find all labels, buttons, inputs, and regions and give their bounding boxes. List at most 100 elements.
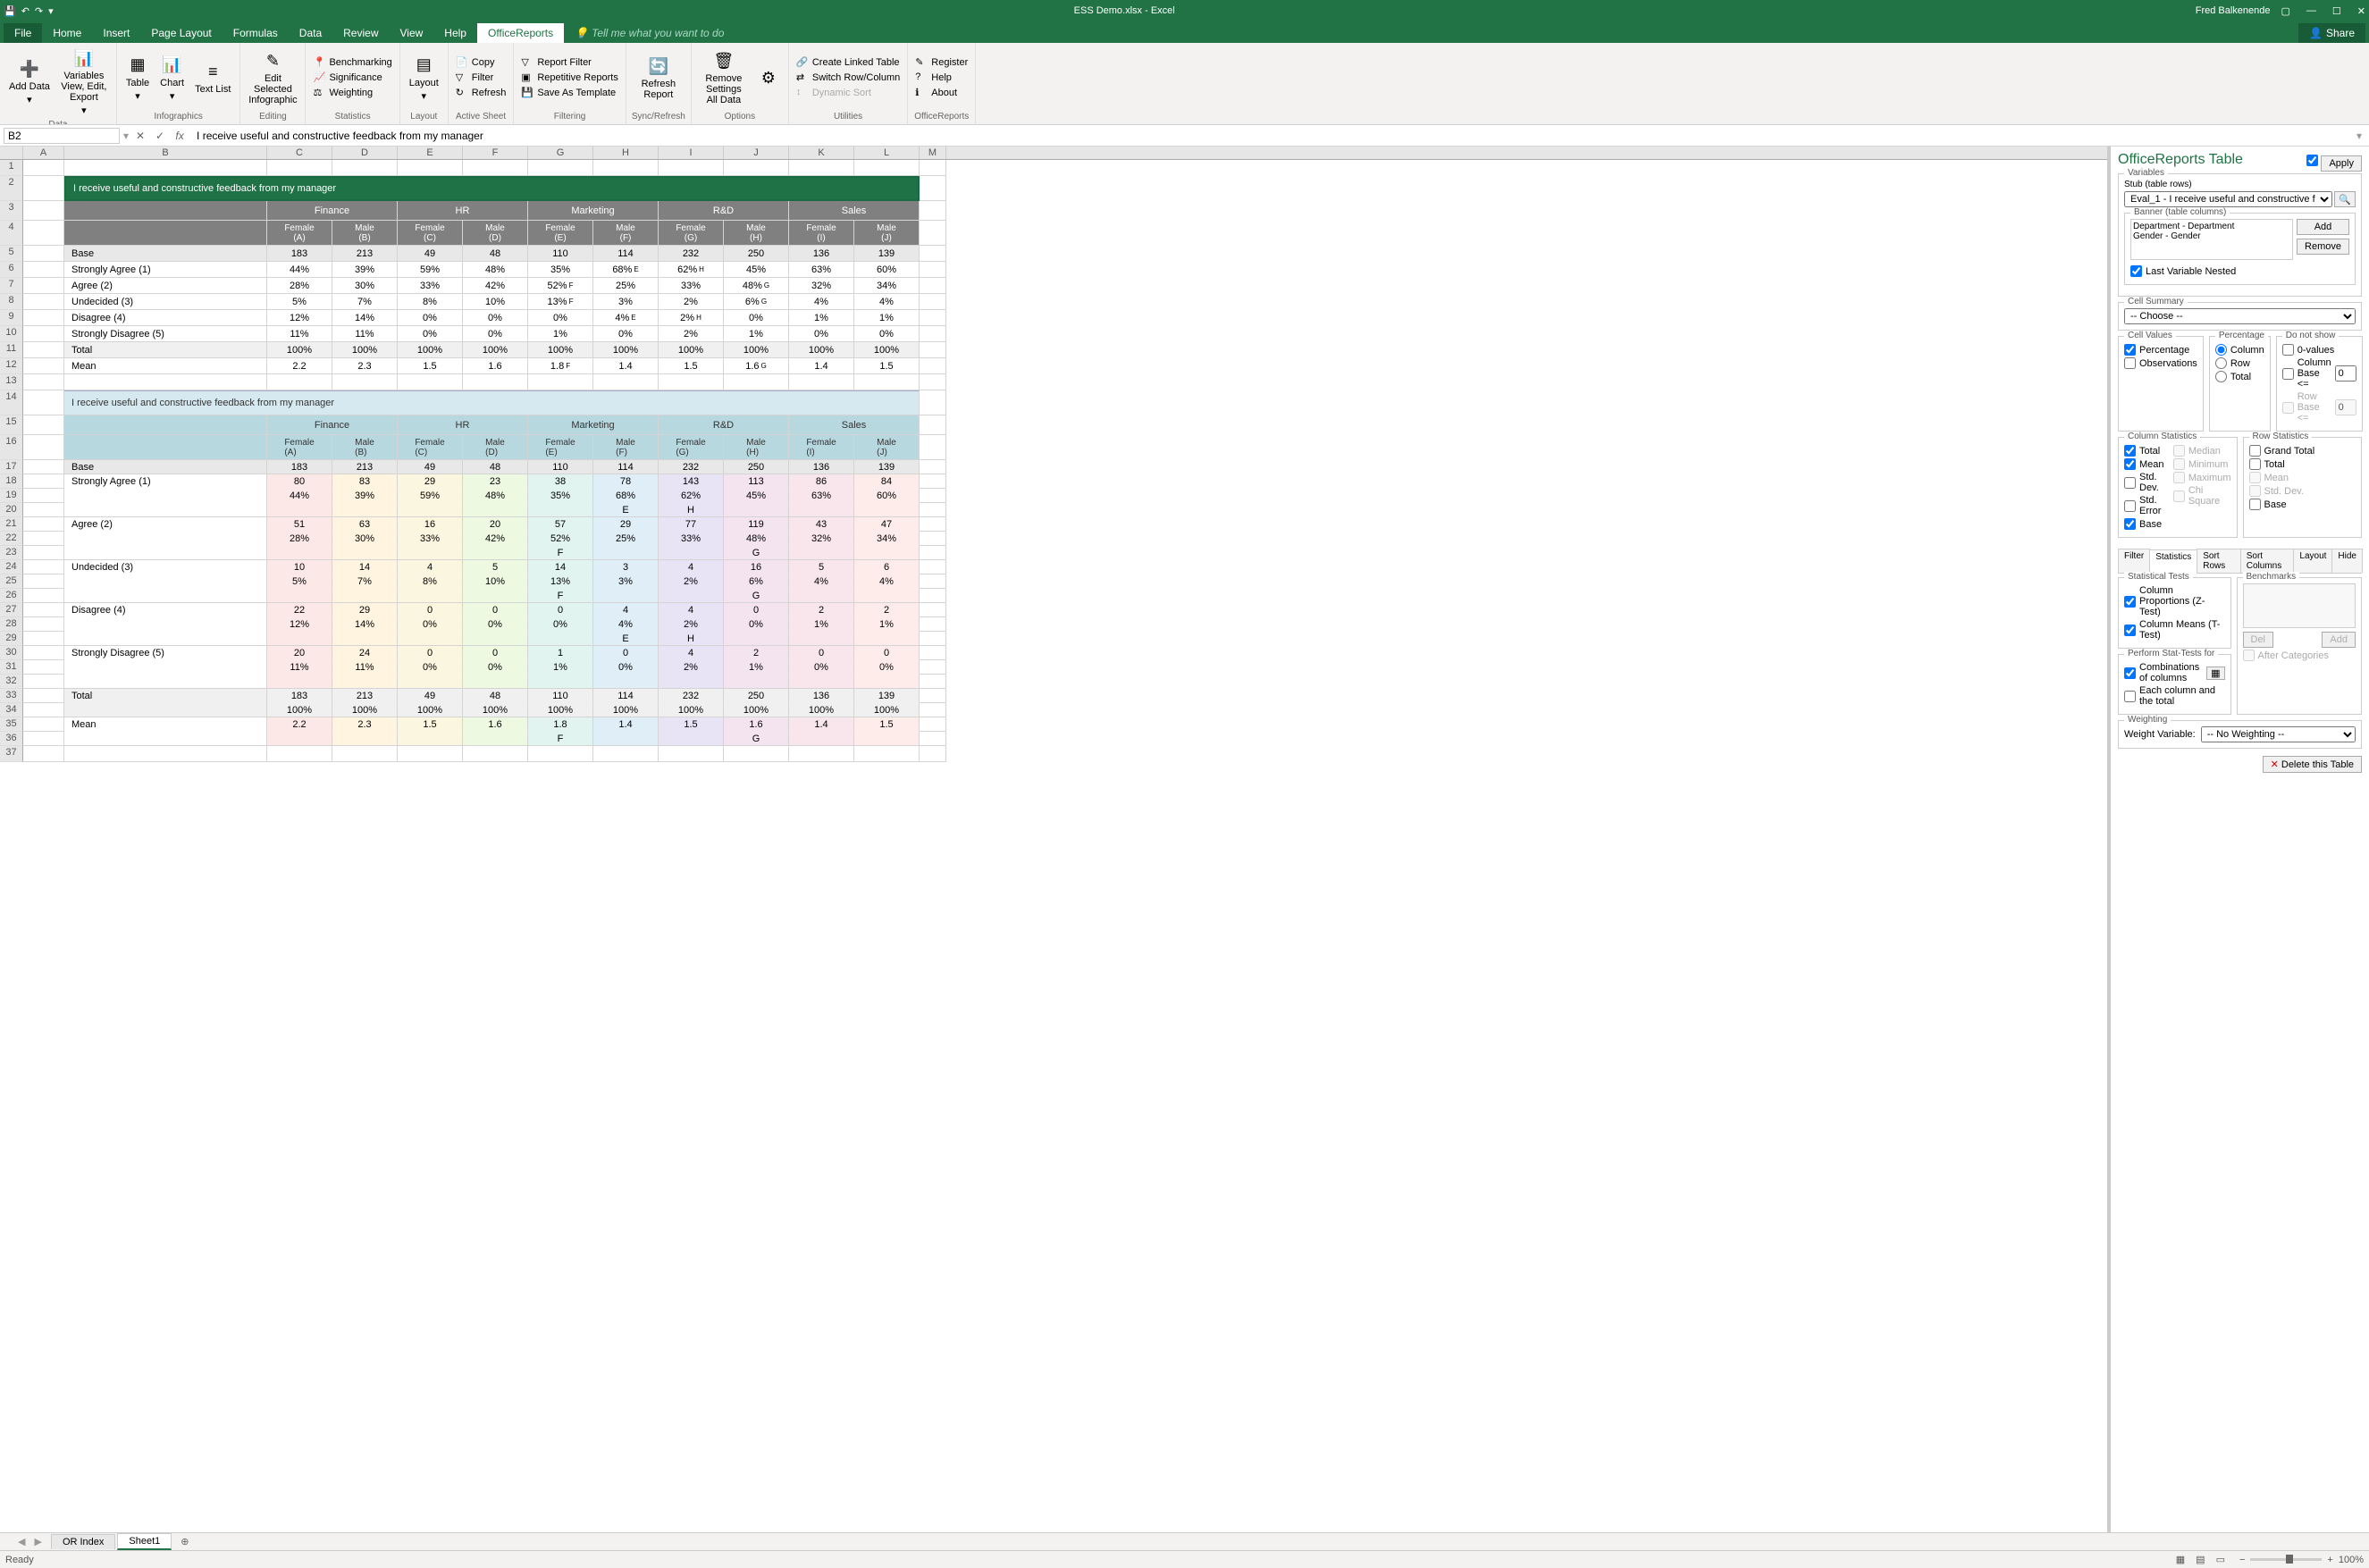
cell[interactable]: 0 xyxy=(528,603,593,617)
cell[interactable]: 48 xyxy=(463,689,528,703)
cell[interactable]: 25% xyxy=(593,532,659,546)
cell[interactable]: 83 xyxy=(332,474,398,489)
cell[interactable]: 48%G xyxy=(724,278,789,294)
cell[interactable] xyxy=(854,160,920,176)
cell[interactable]: 34% xyxy=(854,278,920,294)
cell[interactable]: 48 xyxy=(463,460,528,474)
tab-officereports[interactable]: OfficeReports xyxy=(477,23,564,43)
cell[interactable] xyxy=(398,546,463,560)
cell[interactable] xyxy=(64,589,267,603)
cell[interactable]: G xyxy=(724,732,789,746)
help-button[interactable]: ?Help xyxy=(913,71,970,85)
worksheet-grid[interactable]: ABCDEFGHIJKLM12I receive useful and cons… xyxy=(0,147,2110,1532)
cell[interactable]: 32% xyxy=(789,532,854,546)
cell[interactable]: 1.5 xyxy=(398,717,463,732)
cell[interactable]: 52% xyxy=(528,532,593,546)
cs-base-checkbox[interactable]: Base xyxy=(2124,518,2168,530)
cell[interactable]: 2 xyxy=(854,603,920,617)
col-header[interactable]: J xyxy=(724,147,789,159)
cell[interactable]: Undecided (3) xyxy=(64,294,267,310)
ttest-checkbox[interactable]: Column Means (T-Test) xyxy=(2124,619,2225,641)
row-label[interactable]: Undecided (3) xyxy=(64,560,267,574)
pct-total-radio[interactable]: Total xyxy=(2215,371,2264,382)
cell[interactable] xyxy=(398,632,463,646)
cell[interactable]: Mean xyxy=(64,358,267,374)
cell[interactable]: H xyxy=(659,503,724,517)
textlist-button[interactable]: ≡Text List xyxy=(191,59,234,96)
cell[interactable]: 5% xyxy=(267,574,332,589)
cell[interactable]: 0% xyxy=(593,660,659,675)
cell[interactable] xyxy=(789,746,854,762)
tab-insert[interactable]: Insert xyxy=(92,23,140,43)
cell[interactable] xyxy=(267,546,332,560)
zerovals-checkbox[interactable]: 0-values xyxy=(2282,344,2356,356)
cell[interactable]: 60% xyxy=(854,262,920,278)
pct-row-radio[interactable]: Row xyxy=(2215,357,2264,369)
cell[interactable]: 1% xyxy=(854,617,920,632)
cell[interactable] xyxy=(854,746,920,762)
cell[interactable]: 38 xyxy=(528,474,593,489)
cell[interactable] xyxy=(920,732,946,746)
accept-formula-icon[interactable]: ✓ xyxy=(152,130,168,142)
cell[interactable]: F xyxy=(528,589,593,603)
sub-header[interactable]: Male(H) xyxy=(724,435,789,460)
cell[interactable]: 0 xyxy=(398,603,463,617)
cell[interactable]: 49 xyxy=(398,460,463,474)
ribbon-options-icon[interactable]: ▢ xyxy=(2281,5,2290,17)
cell[interactable] xyxy=(920,310,946,326)
row-header[interactable]: 12 xyxy=(0,358,23,374)
cell[interactable]: 2% xyxy=(659,294,724,310)
colbase-checkbox[interactable]: Column Base <= xyxy=(2282,357,2356,390)
subtab-statistics[interactable]: Statistics xyxy=(2149,549,2197,574)
cell[interactable]: 2% xyxy=(659,326,724,342)
switch-rowcol-button[interactable]: ⇄Switch Row/Column xyxy=(794,71,902,85)
cell[interactable]: 100% xyxy=(267,703,332,717)
view-pagelayout-icon[interactable]: ▤ xyxy=(2192,1554,2208,1565)
cell[interactable]: 11% xyxy=(267,660,332,675)
cell[interactable]: 11% xyxy=(332,326,398,342)
row-header[interactable]: 17 xyxy=(0,460,23,474)
cell[interactable] xyxy=(267,732,332,746)
cell[interactable]: 8% xyxy=(398,574,463,589)
pct-column-radio[interactable]: Column xyxy=(2215,344,2264,356)
cell[interactable]: 32% xyxy=(789,278,854,294)
cell[interactable]: 6%G xyxy=(724,294,789,310)
subtab-layout[interactable]: Layout xyxy=(2293,549,2332,573)
cell[interactable] xyxy=(920,703,946,717)
cell[interactable] xyxy=(789,675,854,689)
cell[interactable]: 4% xyxy=(854,574,920,589)
cell[interactable] xyxy=(267,160,332,176)
cell[interactable]: 59% xyxy=(398,262,463,278)
cell[interactable]: 1.6 xyxy=(724,717,789,732)
cell[interactable]: 0% xyxy=(789,660,854,675)
view-pagebreak-icon[interactable]: ▭ xyxy=(2213,1554,2229,1565)
cs-std-checkbox[interactable]: Std. Dev. xyxy=(2124,472,2168,493)
cell[interactable]: 1.8F xyxy=(528,358,593,374)
cell[interactable]: 28% xyxy=(267,278,332,294)
cell[interactable]: 11% xyxy=(267,326,332,342)
cell[interactable]: 213 xyxy=(332,246,398,262)
cell[interactable] xyxy=(463,589,528,603)
cell[interactable]: 80 xyxy=(267,474,332,489)
cell[interactable]: 136 xyxy=(789,460,854,474)
cell[interactable]: 213 xyxy=(332,689,398,703)
report-filter-button[interactable]: ▽Report Filter xyxy=(519,55,620,70)
cell[interactable] xyxy=(23,560,64,574)
cell[interactable]: 114 xyxy=(593,460,659,474)
cell[interactable]: 100% xyxy=(528,703,593,717)
cell[interactable] xyxy=(23,460,64,474)
tab-data[interactable]: Data xyxy=(289,23,332,43)
cell[interactable]: 4 xyxy=(398,560,463,574)
row-header[interactable]: 18 xyxy=(0,474,23,489)
cell[interactable] xyxy=(854,503,920,517)
cell[interactable] xyxy=(463,746,528,762)
dept-header[interactable]: Sales xyxy=(789,201,920,221)
cell[interactable] xyxy=(920,201,946,221)
row-header[interactable]: 3 xyxy=(0,201,23,221)
cell[interactable]: 6 xyxy=(854,560,920,574)
table-title[interactable]: I receive useful and constructive feedba… xyxy=(64,176,920,201)
cell[interactable] xyxy=(332,732,398,746)
cell[interactable]: 3% xyxy=(593,574,659,589)
sub-header[interactable]: Male(J) xyxy=(854,435,920,460)
col-header[interactable]: L xyxy=(854,147,920,159)
